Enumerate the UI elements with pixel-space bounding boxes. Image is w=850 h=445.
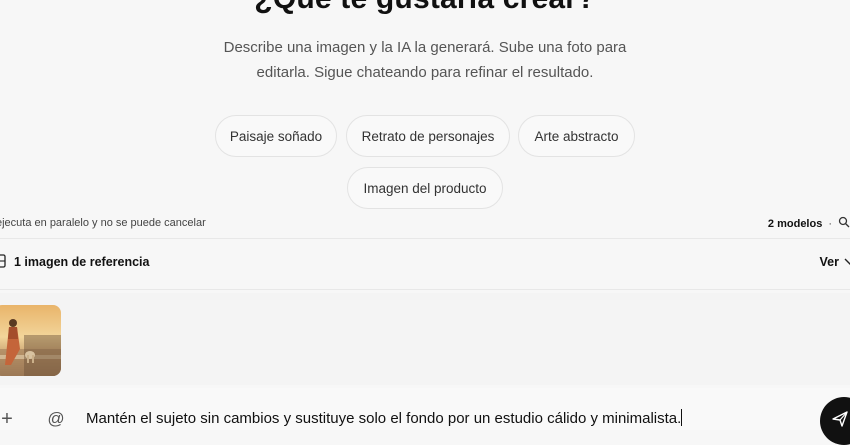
divider xyxy=(0,238,850,239)
chevron-down-icon[interactable] xyxy=(844,255,850,274)
models-count[interactable]: 2 modelos xyxy=(768,218,822,230)
prompt-text: Mantén el sujeto sin cambios y sustituye… xyxy=(86,410,682,427)
suggestion-chip-paisaje[interactable]: Paisaje soñado xyxy=(215,115,337,157)
reference-label: 1 imagen de referencia xyxy=(14,255,150,269)
page-title: ¿Qué te gustaría crear? xyxy=(0,0,850,16)
prompt-input[interactable]: Mantén el sujeto sin cambios y sustituye… xyxy=(86,409,683,427)
suggestion-label: Arte abstracto xyxy=(534,128,619,144)
text-caret xyxy=(681,409,683,426)
model-icon[interactable] xyxy=(838,216,850,231)
suggestion-label: Retrato de personajes xyxy=(361,128,495,144)
subtitle-line-2: editarla. Sigue chateando para refinar e… xyxy=(256,64,594,81)
composer: + @ Mantén el sujeto sin cambios y susti… xyxy=(0,388,850,430)
suggestion-chip-producto[interactable]: Imagen del producto xyxy=(347,167,503,209)
reference-thumbnails xyxy=(0,293,850,385)
suggestion-chip-arte[interactable]: Arte abstracto xyxy=(518,115,635,157)
view-button[interactable]: Ver xyxy=(820,255,839,269)
mention-button[interactable]: @ xyxy=(44,408,68,430)
add-attachment-button[interactable]: + xyxy=(0,408,18,430)
parallel-note: ejecuta en paralelo y no se puede cancel… xyxy=(0,217,206,229)
reference-image-thumbnail[interactable] xyxy=(0,305,61,376)
suggestion-chip-retrato[interactable]: Retrato de personajes xyxy=(346,115,510,157)
divider xyxy=(0,289,850,290)
separator: · xyxy=(828,217,832,230)
subtitle-line-1: Describe una imagen y la IA la generará.… xyxy=(223,39,627,56)
page-subtitle: Describe una imagen y la IA la generará.… xyxy=(0,35,850,85)
image-stack-icon xyxy=(0,254,6,273)
reference-bar[interactable]: 1 imagen de referencia Ver xyxy=(0,241,850,287)
suggestion-label: Imagen del producto xyxy=(363,180,487,196)
suggestion-label: Paisaje soñado xyxy=(229,128,323,144)
send-icon xyxy=(832,410,848,432)
status-row: ejecuta en paralelo y no se puede cancel… xyxy=(0,213,850,235)
